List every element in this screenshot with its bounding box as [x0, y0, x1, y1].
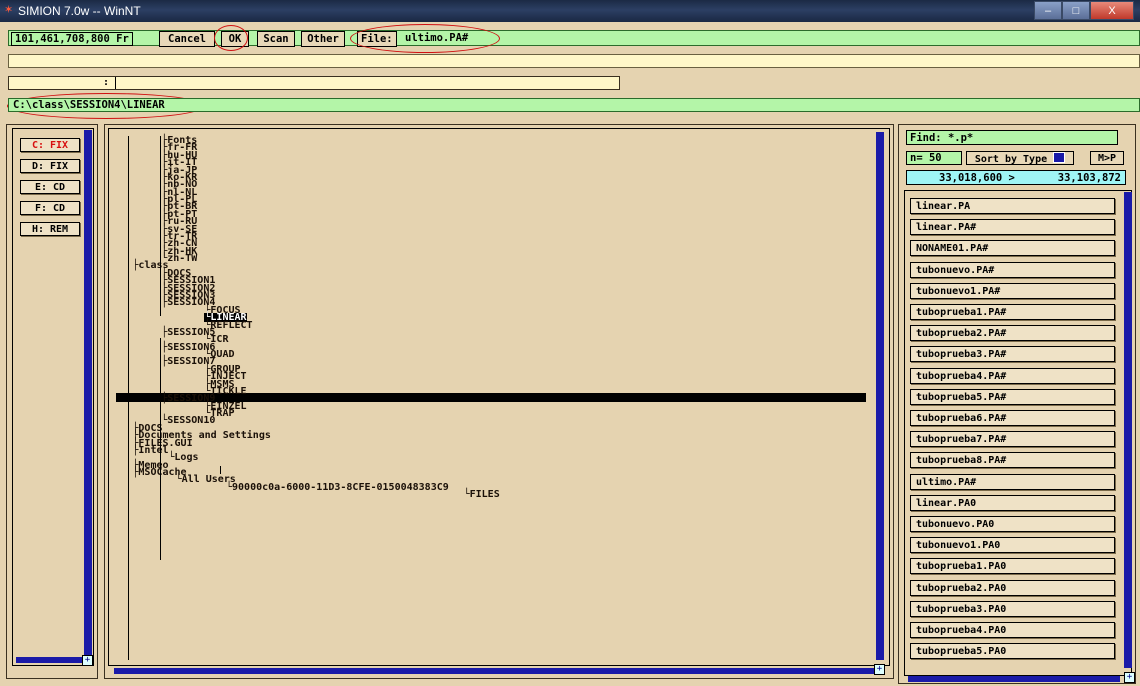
- find-value: *.p*: [947, 132, 974, 144]
- drive-button[interactable]: H: REM: [20, 222, 80, 236]
- tree-item[interactable]: └Logs: [168, 453, 198, 463]
- tree-item[interactable]: └SESSON10: [161, 416, 215, 426]
- input-bar[interactable]: :: [8, 76, 620, 90]
- ok-button[interactable]: OK: [221, 31, 249, 47]
- title-bar: ✶ SIMION 7.0w -- WinNT – □ X: [0, 0, 1140, 22]
- file-item[interactable]: linear.PA#: [910, 219, 1115, 236]
- file-item[interactable]: tuboprueba7.PA#: [910, 431, 1115, 448]
- tree-item[interactable]: └90000c0a-6000-11D3-8CFE-0150048383C9: [226, 482, 449, 492]
- file-item[interactable]: tuboprueba6.PA#: [910, 410, 1115, 426]
- file-item[interactable]: tuboprueba3.PA0: [910, 600, 1115, 617]
- tree-horizontal-scrollbar[interactable]: [114, 668, 874, 674]
- file-item[interactable]: tuboprueba2.PA0: [910, 579, 1115, 596]
- file-name-input[interactable]: ultimo.PA#: [405, 32, 468, 44]
- m-to-p-button[interactable]: M>P: [1090, 151, 1124, 165]
- range-from: 33,018,600 >: [939, 172, 1015, 184]
- find-filter-input[interactable]: Find: *.p*: [906, 130, 1118, 145]
- file-item[interactable]: linear.PA0: [910, 494, 1115, 511]
- file-item[interactable]: tuboprueba4.PA#: [910, 367, 1115, 384]
- drive-horizontal-scrollbar[interactable]: [16, 657, 82, 663]
- file-item[interactable]: tuboprueba2.PA#: [910, 325, 1115, 342]
- input-cursor: [115, 77, 116, 89]
- tree-connector-line: [128, 136, 129, 660]
- file-item[interactable]: tuboprueba5.PA#: [910, 388, 1115, 405]
- tree-scroll-corner[interactable]: +: [874, 664, 885, 675]
- size-range-display: 33,018,600 > 33,103,872: [906, 170, 1126, 185]
- drive-button[interactable]: E: CD: [20, 180, 80, 194]
- window-title: SIMION 7.0w -- WinNT: [18, 4, 141, 18]
- file-count: n= 50: [906, 151, 962, 165]
- tree-item[interactable]: ├Intel: [132, 445, 168, 455]
- sort-by-type-button[interactable]: Sort by Type: [966, 151, 1074, 165]
- file-item[interactable]: NONAME01.PA#: [910, 240, 1115, 257]
- drive-button[interactable]: D: FIX: [20, 159, 80, 173]
- sort-label: Sort by Type: [974, 154, 1048, 165]
- other-button[interactable]: Other: [301, 31, 345, 47]
- minimize-button[interactable]: –: [1034, 1, 1062, 20]
- file-horizontal-scrollbar[interactable]: [908, 676, 1120, 682]
- sort-toggle-icon: [1053, 152, 1066, 163]
- tree-item[interactable]: └FILES: [464, 490, 500, 500]
- window-controls: – □ X: [1034, 1, 1134, 20]
- maximize-button[interactable]: □: [1062, 1, 1090, 20]
- file-item[interactable]: tubonuevo1.PA#: [910, 282, 1115, 299]
- message-bar: [8, 54, 1140, 68]
- drive-scroll-corner[interactable]: +: [82, 655, 93, 666]
- path-bar: C:\class\SESSION4\LINEAR: [8, 98, 1140, 112]
- free-space-display: 101,461,708,800 Fr: [11, 32, 133, 46]
- file-item[interactable]: ultimo.PA#: [910, 473, 1115, 490]
- file-vertical-scrollbar[interactable]: [1124, 192, 1132, 668]
- file-item[interactable]: tubonuevo1.PA0: [910, 537, 1115, 554]
- cancel-button[interactable]: Cancel: [159, 31, 215, 47]
- file-item[interactable]: tuboprueba1.PA#: [910, 304, 1115, 320]
- current-path: C:\class\SESSION4\LINEAR: [13, 99, 165, 111]
- scan-button[interactable]: Scan: [257, 31, 295, 47]
- file-item[interactable]: tuboprueba4.PA0: [910, 622, 1115, 638]
- file-item[interactable]: tuboprueba3.PA#: [910, 346, 1115, 363]
- app-icon: ✶: [4, 4, 14, 16]
- count-value: 50: [928, 152, 942, 164]
- drive-button[interactable]: C: FIX: [20, 138, 80, 152]
- file-item[interactable]: tuboprueba5.PA0: [910, 643, 1115, 660]
- find-label: Find:: [910, 132, 942, 144]
- toolbar: 101,461,708,800 Fr Cancel OK Scan Other …: [8, 30, 1140, 47]
- file-item[interactable]: tubonuevo.PA#: [910, 261, 1115, 278]
- file-label: File:: [357, 31, 397, 47]
- count-label: n=: [910, 152, 923, 164]
- drive-vertical-scrollbar[interactable]: [84, 130, 92, 660]
- drive-button[interactable]: F: CD: [20, 201, 80, 215]
- tree-vertical-scrollbar[interactable]: [876, 132, 884, 660]
- file-scroll-corner[interactable]: +: [1124, 672, 1135, 683]
- input-separator: :: [103, 77, 110, 88]
- file-item[interactable]: tubonuevo.PA0: [910, 516, 1115, 532]
- file-item[interactable]: tuboprueba1.PA0: [910, 558, 1115, 575]
- file-item[interactable]: linear.PA: [910, 198, 1115, 214]
- tree-connector-line: [160, 338, 161, 560]
- close-button[interactable]: X: [1090, 1, 1134, 20]
- tree-connector-line: [160, 136, 161, 316]
- tree-connector-line: [220, 466, 221, 474]
- file-item[interactable]: tuboprueba8.PA#: [910, 452, 1115, 469]
- range-to: 33,103,872: [1057, 172, 1121, 184]
